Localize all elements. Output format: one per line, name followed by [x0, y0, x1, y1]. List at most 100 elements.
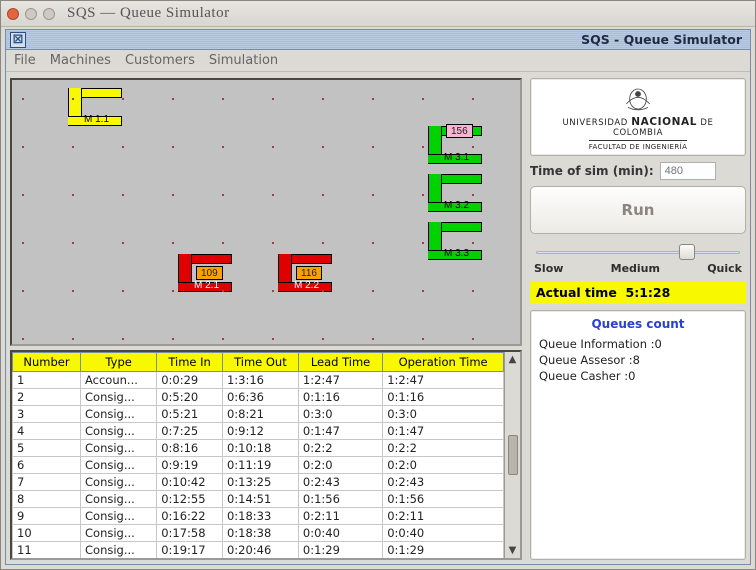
grid-dot [472, 146, 474, 148]
table-row[interactable]: 9Consig...0:16:220:18:330:2:110:2:11 [13, 508, 504, 525]
grid-dot [472, 242, 474, 244]
table-cell: 0:5:20 [157, 389, 223, 406]
table-cell: 0:12:55 [157, 491, 223, 508]
table-row[interactable]: 8Consig...0:12:550:14:510:1:560:1:56 [13, 491, 504, 508]
table-row[interactable]: 11Consig...0:19:170:20:460:1:290:1:29 [13, 542, 504, 559]
grid-dot [222, 194, 224, 196]
app-close-button[interactable]: ⊠ [10, 32, 26, 48]
grid-dot [222, 146, 224, 148]
menu-customers[interactable]: Customers [125, 53, 195, 68]
machine-m22[interactable]: 116 M 2.2 [278, 254, 332, 292]
menu-simulation[interactable]: Simulation [209, 53, 278, 68]
speed-quick-label: Quick [707, 262, 742, 275]
machine-m21[interactable]: 109 M 2.1 [178, 254, 232, 292]
machine-m32[interactable]: M 3.2 [428, 174, 482, 212]
right-column: UNIVERSIDAD NACIONAL DE COLOMBIA FACULTA… [526, 74, 750, 564]
grid-dot [72, 146, 74, 148]
table-cell: 11 [13, 542, 81, 559]
run-button[interactable]: Run [530, 186, 746, 234]
table-cell: 0:18:38 [222, 525, 298, 542]
minimize-icon[interactable] [25, 8, 37, 20]
menu-machines[interactable]: Machines [50, 53, 111, 68]
table-row[interactable]: 10Consig...0:17:580:18:380:0:400:0:40 [13, 525, 504, 542]
university-logo-panel: UNIVERSIDAD NACIONAL DE COLOMBIA FACULTA… [530, 78, 746, 156]
grid-dot [22, 98, 24, 100]
events-table: Number Type Time In Time Out Lead Time O… [12, 352, 504, 558]
table-cell: Consig... [81, 440, 157, 457]
machine-m33[interactable]: M 3.3 [428, 222, 482, 260]
table-cell: 0:1:56 [383, 491, 504, 508]
grid-dot [22, 242, 24, 244]
table-row[interactable]: 6Consig...0:9:190:11:190:2:00:2:0 [13, 457, 504, 474]
grid-dot [422, 98, 424, 100]
table-cell: 0:18:33 [222, 508, 298, 525]
table-row[interactable]: 5Consig...0:8:160:10:180:2:20:2:2 [13, 440, 504, 457]
machine-m11[interactable]: M 1.1 [68, 88, 122, 126]
grid-dot [22, 146, 24, 148]
table-cell: 0:10:42 [157, 474, 223, 491]
simulation-canvas[interactable]: M 1.1 109 M 2.1 116 [10, 78, 522, 346]
table-cell: 0:5:21 [157, 406, 223, 423]
grid-dot [422, 194, 424, 196]
col-time-out[interactable]: Time Out [222, 353, 298, 372]
grid-dot [22, 338, 24, 340]
grid-dot [422, 242, 424, 244]
grid-dot [372, 242, 374, 244]
grid-dot [22, 194, 24, 196]
table-cell: 0:9:19 [157, 457, 223, 474]
grid-dot [122, 290, 124, 292]
table-cell: 1:2:47 [298, 372, 382, 389]
machine-label: M 3.1 [442, 152, 471, 164]
queues-title: Queues count [539, 317, 737, 331]
machine-label: M 1.1 [82, 114, 111, 126]
table-row[interactable]: 7Consig...0:10:420:13:250:2:430:2:43 [13, 474, 504, 491]
os-titlebar[interactable]: SQS — Queue Simulator [1, 1, 755, 27]
time-of-sim-input[interactable] [660, 162, 716, 180]
table-row[interactable]: 2Consig...0:5:200:6:360:1:160:1:16 [13, 389, 504, 406]
table-cell: 1 [13, 372, 81, 389]
scroll-up-icon[interactable]: ▲ [509, 354, 517, 365]
machine-m31[interactable]: 156 M 3.1 [428, 126, 482, 164]
table-cell: 0:10:18 [222, 440, 298, 457]
speed-slider[interactable] [536, 244, 740, 260]
table-cell: 0:1:56 [298, 491, 382, 508]
col-number[interactable]: Number [13, 353, 81, 372]
table-row[interactable]: 3Consig...0:5:210:8:210:3:00:3:0 [13, 406, 504, 423]
table-cell: 0:1:29 [383, 542, 504, 559]
table-cell: 0:3:0 [383, 406, 504, 423]
col-op-time[interactable]: Operation Time [383, 353, 504, 372]
grid-dot [172, 290, 174, 292]
grid-dot [472, 98, 474, 100]
slider-knob[interactable] [679, 244, 695, 260]
table-scrollbar[interactable]: ▲ ▼ [504, 352, 520, 558]
scroll-down-icon[interactable]: ▼ [509, 545, 517, 556]
table-row[interactable]: 4Consig...0:7:250:9:120:1:470:1:47 [13, 423, 504, 440]
app-frame: ⊠ SQS - Queue Simulator File Machines Cu… [5, 29, 751, 565]
events-table-scroll[interactable]: Number Type Time In Time Out Lead Time O… [12, 352, 504, 558]
os-window-title: SQS — Queue Simulator [67, 5, 230, 22]
grid-dot [372, 194, 374, 196]
speed-slow-label: Slow [534, 262, 563, 275]
grid-dot [122, 98, 124, 100]
table-cell: 0:8:21 [222, 406, 298, 423]
table-cell: 5 [13, 440, 81, 457]
maximize-icon[interactable] [43, 8, 55, 20]
table-cell: Consig... [81, 389, 157, 406]
actual-time-label: Actual time [536, 285, 617, 300]
table-cell: 8 [13, 491, 81, 508]
col-type[interactable]: Type [81, 353, 157, 372]
grid-dot [172, 242, 174, 244]
close-icon[interactable] [7, 8, 19, 20]
menu-file[interactable]: File [14, 53, 36, 68]
os-window: SQS — Queue Simulator ⊠ SQS - Queue Simu… [0, 0, 756, 570]
table-cell: 0:8:16 [157, 440, 223, 457]
queue-casher: Queue Casher :0 [539, 369, 737, 383]
table-cell: Consig... [81, 474, 157, 491]
scroll-thumb[interactable] [508, 435, 518, 475]
queue-information: Queue Information :0 [539, 337, 737, 351]
col-time-in[interactable]: Time In [157, 353, 223, 372]
col-lead-time[interactable]: Lead Time [298, 353, 382, 372]
table-cell: 0:2:2 [383, 440, 504, 457]
machine-label: M 2.1 [192, 280, 221, 292]
table-row[interactable]: 1Accoun...0:0:291:3:161:2:471:2:47 [13, 372, 504, 389]
